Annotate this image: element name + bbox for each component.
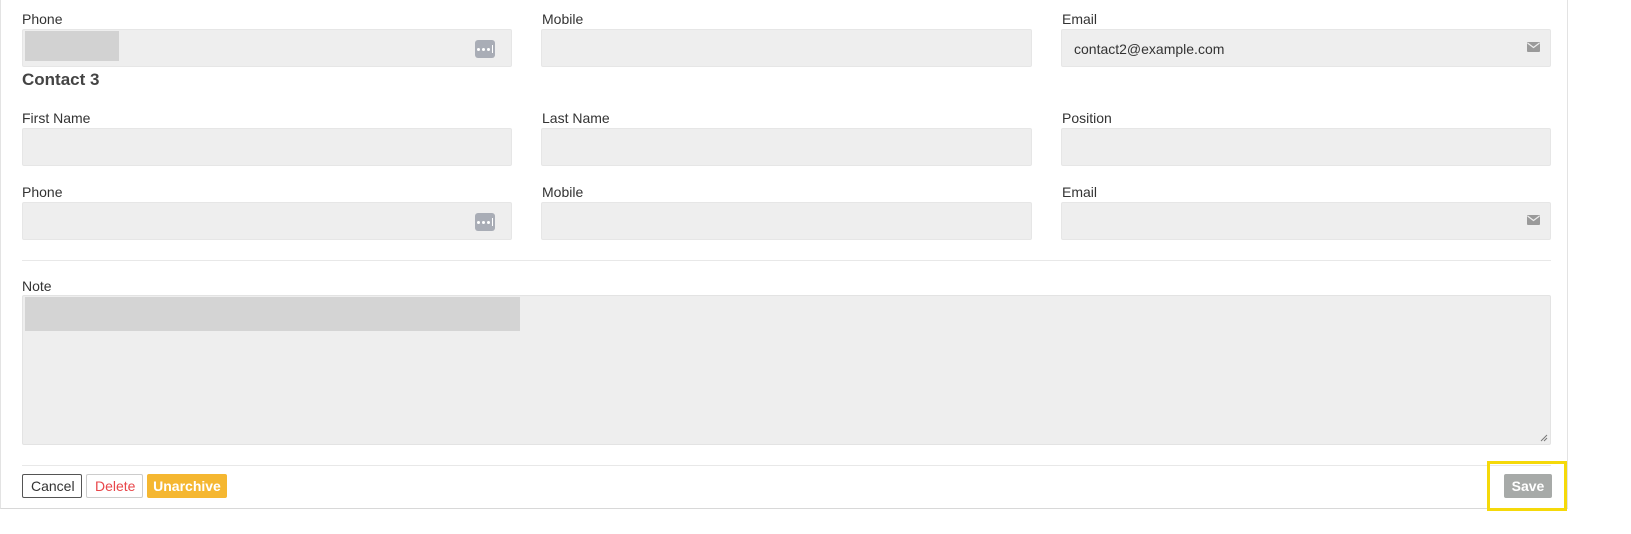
unarchive-button[interactable]: Unarchive (147, 474, 227, 498)
resize-handle-icon[interactable] (1540, 434, 1548, 442)
contact3-mobile-field[interactable] (541, 202, 1032, 240)
section-divider (22, 260, 1551, 261)
contact2-phone-redacted (25, 31, 119, 61)
contact2-email-field[interactable]: contact2@example.com (1061, 29, 1551, 67)
cancel-button[interactable]: Cancel (22, 474, 82, 498)
contact2-mobile-field[interactable] (541, 29, 1032, 67)
footer-divider (22, 465, 1551, 466)
note-redacted-text (25, 297, 520, 331)
contact3-position-label: Position (1062, 110, 1112, 126)
contact2-phone-field[interactable] (22, 29, 512, 67)
contact3-last-name-field[interactable] (541, 128, 1032, 166)
contact3-email-field[interactable] (1061, 202, 1551, 240)
contact3-phone-label: Phone (22, 184, 63, 200)
contact3-mobile-label: Mobile (542, 184, 584, 200)
more-dots-icon[interactable] (475, 213, 495, 231)
contact2-mobile-label: Mobile (542, 11, 584, 27)
contact3-email-label: Email (1062, 184, 1098, 200)
contact3-last-name-label: Last Name (542, 110, 610, 126)
contact2-email-label: Email (1062, 11, 1098, 27)
contact3-position-field[interactable] (1061, 128, 1551, 166)
envelope-icon (1527, 42, 1540, 52)
contact3-title: Contact 3 (22, 70, 100, 89)
more-dots-icon[interactable] (475, 40, 495, 58)
contact3-first-name-field[interactable] (22, 128, 512, 166)
contact2-phone-label: Phone (22, 11, 63, 27)
contact3-phone-field[interactable] (22, 202, 512, 240)
note-label: Note (22, 278, 52, 294)
contact2-email-value: contact2@example.com (1074, 41, 1225, 57)
delete-button[interactable]: Delete (86, 474, 143, 498)
save-button[interactable]: Save (1504, 474, 1552, 498)
envelope-icon (1527, 215, 1540, 225)
note-textarea[interactable] (22, 295, 1551, 445)
contact3-first-name-label: First Name (22, 110, 91, 126)
